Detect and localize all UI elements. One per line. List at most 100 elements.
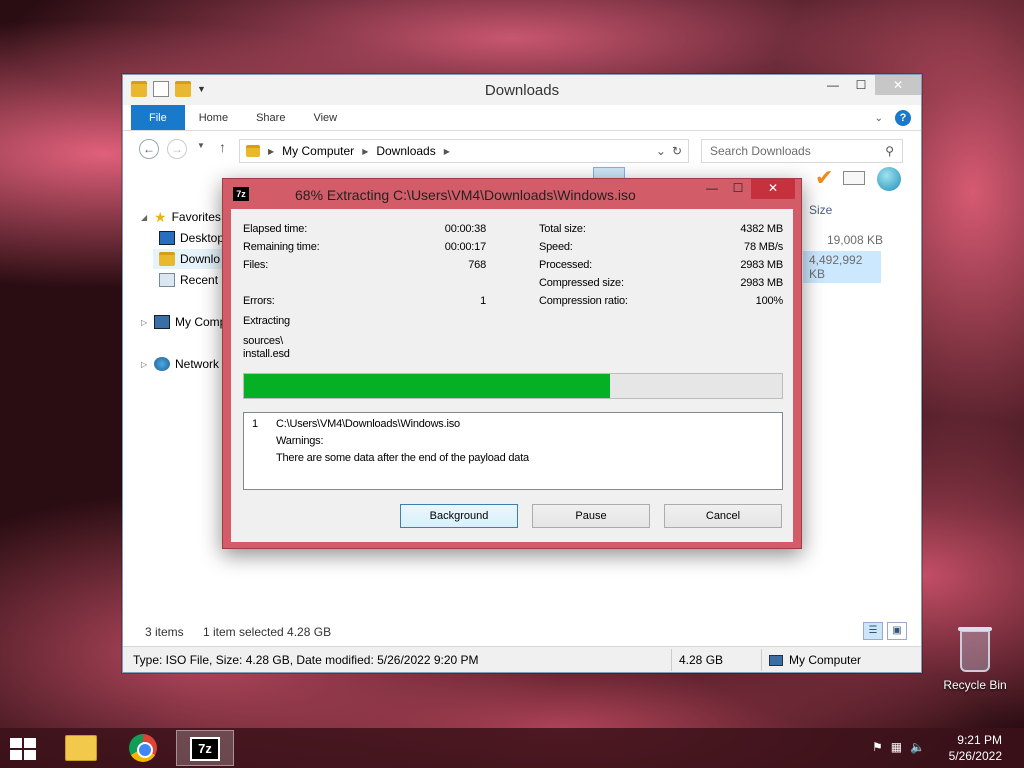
table-row[interactable]: 19,008 KB [827, 233, 883, 247]
tab-file[interactable]: File [131, 105, 185, 130]
minimize-button[interactable]: — [699, 179, 725, 199]
messages-log[interactable]: 1 C:\Users\VM4\Downloads\Windows.iso War… [243, 412, 783, 490]
files-label: Files: [243, 259, 269, 271]
nav-recent-places[interactable]: Recent p [159, 270, 228, 290]
window-icon[interactable] [843, 171, 865, 185]
desktop-icon [159, 231, 175, 245]
address-bar[interactable]: ▶ My Computer ▶ Downloads ▶ ⌄ ↻ [239, 139, 689, 163]
details-view-icon[interactable]: ☰ [863, 622, 883, 640]
network-icon [154, 357, 170, 371]
dialog-title: 68% Extracting C:\Users\VM4\Downloads\Wi… [295, 187, 636, 203]
clock[interactable]: 9:21 PM 5/26/2022 [949, 732, 1002, 764]
dialog-titlebar[interactable]: 7z 68% Extracting C:\Users\VM4\Downloads… [223, 179, 801, 209]
help-icon[interactable]: ? [895, 110, 911, 126]
speed-label: Speed: [539, 241, 573, 253]
file-explorer-icon [65, 735, 97, 761]
total-size-label: Total size: [539, 223, 586, 235]
processed-value: 2983 MB [740, 259, 783, 271]
7zip-icon: 7z [233, 187, 249, 201]
globe-icon[interactable] [877, 167, 901, 191]
start-button[interactable] [10, 738, 36, 760]
log-index: 1 [252, 418, 258, 430]
progress-bar [243, 373, 783, 399]
chevron-right-icon: ▶ [443, 146, 450, 156]
checkmark-icon[interactable]: ✔ [815, 165, 833, 191]
tab-view[interactable]: View [299, 105, 351, 130]
up-button[interactable]: ↑ [219, 139, 226, 155]
dialog-body: Elapsed time: 00:00:38 Remaining time: 0… [231, 209, 793, 542]
background-button[interactable]: Background [400, 504, 518, 528]
tab-home[interactable]: Home [185, 105, 242, 130]
taskbar-chrome[interactable] [114, 730, 172, 766]
action-center-flag-icon[interactable]: ⚑ [872, 740, 883, 754]
chevron-down-icon[interactable]: ⌄ [875, 113, 883, 124]
address-row: ← → ▼ ↑ ▶ My Computer ▶ Downloads ▶ ⌄ ↻ … [123, 131, 921, 163]
recent-locations-icon[interactable]: ▼ [197, 141, 205, 150]
breadcrumb-my-computer[interactable]: My Computer [282, 144, 354, 158]
maximize-button[interactable]: ☐ [725, 179, 751, 199]
chrome-icon [129, 734, 157, 762]
selection-info: 1 item selected 4.28 GB [203, 625, 332, 639]
current-file-name: install.esd [243, 348, 290, 360]
compression-ratio-label: Compression ratio: [539, 295, 628, 307]
search-input[interactable]: Search Downloads ⚲ [701, 139, 903, 163]
minimize-button[interactable]: — [819, 75, 847, 95]
close-button[interactable]: ✕ [751, 179, 795, 199]
details-bar: Type: ISO File, Size: 4.28 GB, Date modi… [123, 646, 921, 672]
file-size: 4.28 GB [679, 653, 724, 667]
column-header-size[interactable]: Size [809, 203, 832, 217]
cancel-button[interactable]: Cancel [664, 504, 782, 528]
explorer-titlebar: ▼ Downloads — ☐ ✕ [123, 75, 921, 105]
compression-ratio-value: 100% [755, 295, 784, 307]
progress-bar-fill [244, 374, 610, 398]
files-value: 768 [468, 259, 486, 271]
remaining-time-value: 00:00:17 [444, 241, 486, 253]
forward-button[interactable]: → [167, 139, 187, 159]
navigation-pane: ◢ ★ Favorites Desktop Downlo Recent p ▷ … [123, 203, 228, 623]
breadcrumb-downloads[interactable]: Downloads [376, 144, 435, 158]
file-details: Type: ISO File, Size: 4.28 GB, Date modi… [133, 653, 479, 667]
recycle-bin-icon [958, 627, 992, 672]
taskbar: 7z ⚑ ▦ 🔈 9:21 PM 5/26/2022 [0, 728, 1024, 768]
remaining-time-label: Remaining time: [243, 241, 320, 253]
errors-label: Errors: [243, 295, 275, 307]
volume-muted-icon[interactable]: 🔈 [910, 740, 925, 754]
search-icon: ⚲ [885, 144, 894, 158]
expand-icon[interactable]: ▷ [141, 318, 149, 327]
computer-icon [769, 654, 783, 666]
pause-button[interactable]: Pause [532, 504, 650, 528]
back-button[interactable]: ← [139, 139, 159, 159]
folder-icon [246, 145, 260, 157]
maximize-button[interactable]: ☐ [847, 75, 875, 95]
clock-date: 5/26/2022 [948, 749, 1002, 763]
errors-value: 1 [480, 295, 486, 307]
taskbar-7zip[interactable]: 7z [176, 730, 234, 766]
status-bar: 3 items 1 item selected 4.28 GB ☰ ▣ [123, 620, 921, 644]
nav-desktop[interactable]: Desktop [159, 228, 224, 248]
close-button[interactable]: ✕ [875, 75, 921, 95]
nav-favorites[interactable]: ◢ ★ Favorites [141, 207, 221, 227]
window-controls: — ☐ ✕ [819, 75, 921, 95]
network-status-icon[interactable]: ▦ [891, 740, 902, 754]
total-size-value: 4382 MB [740, 223, 783, 235]
nav-my-computer[interactable]: ▷ My Comp [141, 312, 226, 332]
nav-downloads[interactable]: Downlo [153, 249, 227, 269]
taskbar-file-explorer[interactable] [52, 730, 110, 766]
compressed-size-value: 2983 MB [740, 277, 783, 289]
chevron-down-icon[interactable]: ⌄ [656, 144, 666, 158]
current-file-path: sources\ [243, 335, 283, 347]
ribbon-tabs: File Home Share View ⌄ ? [123, 105, 921, 131]
recycle-bin[interactable]: Recycle Bin [940, 627, 1010, 692]
system-tray: ⚑ ▦ 🔈 [872, 740, 925, 754]
log-warnings-label: Warnings: [276, 435, 324, 447]
tab-share[interactable]: Share [242, 105, 299, 130]
table-row[interactable]: 4,492,992 KB [803, 251, 881, 283]
expand-icon[interactable]: ◢ [141, 213, 149, 222]
location-label: My Computer [789, 653, 862, 667]
nav-network[interactable]: ▷ Network [141, 354, 219, 374]
refresh-icon[interactable]: ↻ [672, 144, 682, 158]
large-icons-view-icon[interactable]: ▣ [887, 622, 907, 640]
compressed-size-label: Compressed size: [539, 277, 624, 289]
expand-icon[interactable]: ▷ [141, 360, 149, 369]
elapsed-time-label: Elapsed time: [243, 223, 308, 235]
